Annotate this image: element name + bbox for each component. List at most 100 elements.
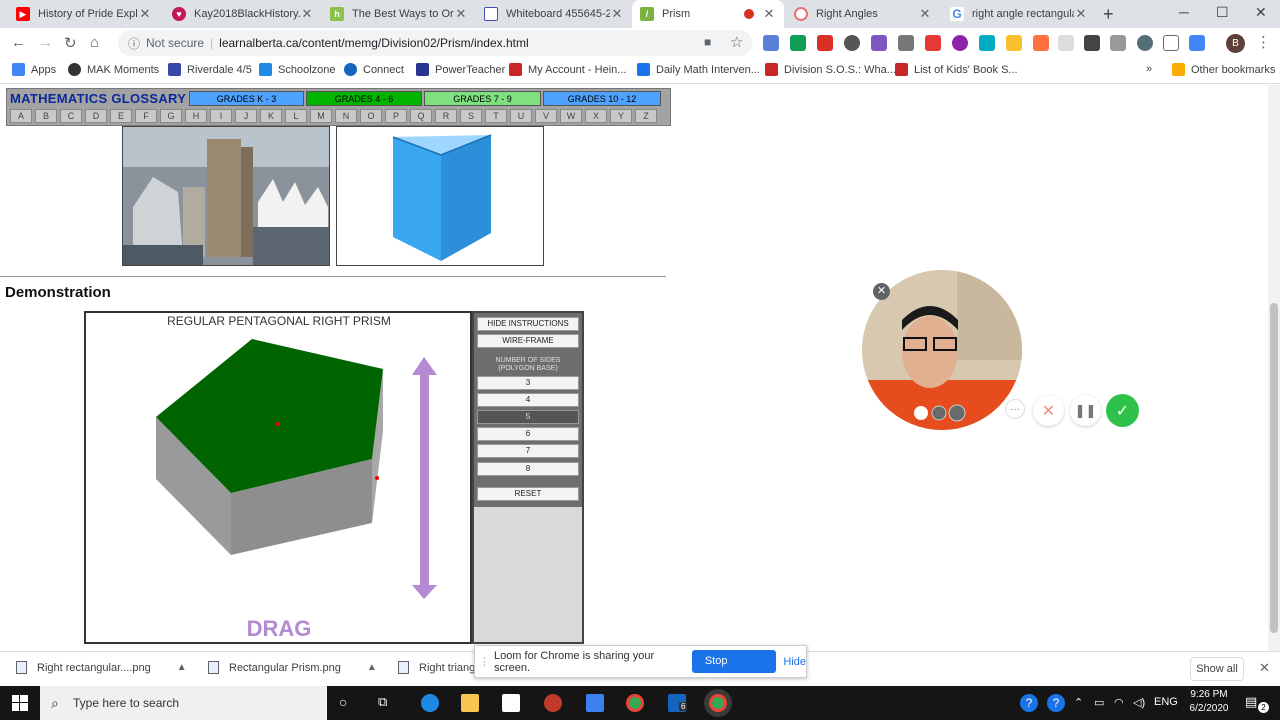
new-tab-button[interactable]: + bbox=[1103, 4, 1114, 25]
sides-3-button[interactable]: 3 bbox=[477, 376, 579, 390]
bookmark-daily-math[interactable]: Daily Math Interven... bbox=[637, 63, 760, 76]
power-extension-icon[interactable] bbox=[844, 35, 860, 51]
pause-recording-icon[interactable]: ❚❚ bbox=[1070, 395, 1101, 426]
chrome-icon[interactable] bbox=[626, 694, 644, 712]
grid-extension-icon[interactable] bbox=[1084, 35, 1100, 51]
letter-e-button[interactable]: E bbox=[110, 109, 132, 123]
bookmark-heinemann[interactable]: My Account - Hein... bbox=[509, 63, 626, 76]
download-item[interactable]: Rectangular Prism.png ▲ bbox=[208, 661, 377, 674]
letter-c-button[interactable]: C bbox=[60, 109, 82, 123]
chrome-profile-icon[interactable] bbox=[709, 694, 727, 712]
letter-s-button[interactable]: S bbox=[460, 109, 482, 123]
minimize-icon[interactable]: ─ bbox=[1179, 4, 1189, 20]
close-downloads-icon[interactable]: ✕ bbox=[1259, 660, 1270, 676]
arrow-extension-icon[interactable] bbox=[1033, 35, 1049, 51]
battery-icon[interactable]: ▭ bbox=[1094, 696, 1104, 709]
wireframe-button[interactable]: WIRE-FRAME bbox=[477, 334, 579, 348]
help-icon[interactable]: ? bbox=[1047, 694, 1065, 712]
profile-avatar[interactable]: B bbox=[1226, 34, 1245, 53]
download-item[interactable]: Right rectangular....png ▲ bbox=[16, 661, 187, 674]
task-view-icon[interactable]: ⧉ bbox=[378, 694, 387, 710]
letter-d-button[interactable]: D bbox=[85, 109, 107, 123]
printer-extension-icon[interactable] bbox=[1110, 35, 1126, 51]
grades-7-9-button[interactable]: GRADES 7 - 9 bbox=[424, 91, 541, 106]
bookmarks-overflow[interactable]: » bbox=[1146, 63, 1152, 75]
letter-h-button[interactable]: H bbox=[185, 109, 207, 123]
camera-icon[interactable]: ■ bbox=[704, 35, 711, 49]
download-item[interactable]: Right triangu bbox=[398, 661, 481, 674]
close-tab-icon[interactable]: ✕ bbox=[1074, 6, 1088, 22]
letter-m-button[interactable]: M bbox=[310, 109, 332, 123]
close-tab-icon[interactable]: ✕ bbox=[300, 6, 314, 22]
app-red-icon[interactable] bbox=[544, 694, 562, 712]
bookmark-star-icon[interactable]: ☆ bbox=[730, 33, 743, 51]
bookmark-division-sos[interactable]: Division S.O.S.: Wha... bbox=[765, 63, 896, 76]
windows-start-icon[interactable] bbox=[0, 686, 40, 720]
letter-b-button[interactable]: B bbox=[35, 109, 57, 123]
pentagonal-prism-canvas[interactable] bbox=[86, 313, 472, 643]
letter-j-button[interactable]: J bbox=[235, 109, 257, 123]
tab-best-ways[interactable]: h The Best Ways to Orga ✕ bbox=[322, 0, 476, 28]
url-text[interactable]: learnalberta.ca/content/memg/Division02/… bbox=[219, 36, 528, 50]
n-extension-icon[interactable] bbox=[979, 35, 995, 51]
letter-l-button[interactable]: L bbox=[285, 109, 307, 123]
classroom-extension-icon[interactable] bbox=[790, 35, 806, 51]
reset-button[interactable]: RESET bbox=[477, 487, 579, 501]
grades-4-6-button[interactable]: GRADES 4 - 6 bbox=[306, 91, 422, 106]
stop-sharing-button[interactable]: Stop sharing bbox=[691, 650, 777, 690]
taskbar-search-box[interactable]: ⌕ Type here to search bbox=[40, 686, 327, 720]
back-icon[interactable]: ← bbox=[11, 34, 26, 51]
hide-instructions-button[interactable]: HIDE INSTRUCTIONS bbox=[477, 317, 579, 331]
other-bookmarks[interactable]: Other bookmarks bbox=[1172, 63, 1275, 76]
screen-extension-icon[interactable] bbox=[1058, 35, 1074, 51]
address-bar[interactable]: ⓘ Not secure | learnalberta.ca/content/m… bbox=[118, 30, 752, 56]
letter-p-button[interactable]: P bbox=[385, 109, 407, 123]
prism-applet[interactable]: REGULAR PENTAGONAL RIGHT PRISM DRAG bbox=[84, 311, 472, 644]
tab-whiteboard[interactable]: Whiteboard 455645-2 ✕ bbox=[476, 0, 632, 28]
scrollbar-thumb[interactable] bbox=[1270, 303, 1278, 633]
close-tab-icon[interactable]: ✕ bbox=[762, 6, 776, 22]
grades-k-3-button[interactable]: GRADES K - 3 bbox=[189, 91, 304, 106]
letter-z-button[interactable]: Z bbox=[635, 109, 657, 123]
letter-w-button[interactable]: W bbox=[560, 109, 582, 123]
circle-extension-icon[interactable] bbox=[952, 35, 968, 51]
pencil-extension-icon[interactable] bbox=[1163, 35, 1179, 51]
hand-extension-icon[interactable] bbox=[1006, 35, 1022, 51]
file-explorer-icon[interactable] bbox=[461, 694, 479, 712]
drag-handle-icon[interactable]: ⋮ bbox=[475, 655, 494, 668]
show-all-button[interactable]: Show all bbox=[1190, 657, 1244, 681]
page-scrollbar[interactable] bbox=[1268, 85, 1280, 651]
drag-arrow[interactable] bbox=[412, 357, 437, 599]
letter-f-button[interactable]: F bbox=[135, 109, 157, 123]
letter-r-button[interactable]: R bbox=[435, 109, 457, 123]
letter-o-button[interactable]: O bbox=[360, 109, 382, 123]
notifications-icon[interactable]: ▤ bbox=[1245, 694, 1257, 710]
edge-icon[interactable] bbox=[421, 694, 439, 712]
reload-icon[interactable]: ↻ bbox=[64, 34, 77, 52]
maximize-icon[interactable]: ☐ bbox=[1216, 4, 1229, 21]
sides-8-button[interactable]: 8 bbox=[477, 462, 579, 476]
chevron-up-icon[interactable]: ▲ bbox=[177, 662, 187, 673]
home-icon[interactable]: ⌂ bbox=[90, 34, 99, 51]
language-indicator[interactable]: ENG bbox=[1154, 696, 1178, 708]
help-icon[interactable]: ? bbox=[1020, 694, 1038, 712]
letter-a-button[interactable]: A bbox=[10, 109, 32, 123]
show-hidden-icons[interactable]: ⌃ bbox=[1074, 696, 1083, 709]
puzzle-extension-icon[interactable] bbox=[871, 35, 887, 51]
wifi-icon[interactable]: ◠ bbox=[1114, 696, 1124, 709]
sides-6-button[interactable]: 6 bbox=[477, 427, 579, 441]
mail-icon[interactable]: 6 bbox=[668, 694, 688, 712]
new-extension-icon[interactable] bbox=[1189, 35, 1205, 51]
letter-y-button[interactable]: Y bbox=[610, 109, 632, 123]
volume-icon[interactable]: ◁) bbox=[1133, 696, 1145, 709]
tab-prism[interactable]: / Prism ✕ bbox=[632, 0, 784, 28]
gmail-extension-icon[interactable] bbox=[817, 35, 833, 51]
letter-t-button[interactable]: T bbox=[485, 109, 507, 123]
cancel-recording-icon[interactable]: ✕ bbox=[1033, 395, 1064, 426]
letter-u-button[interactable]: U bbox=[510, 109, 532, 123]
letter-q-button[interactable]: Q bbox=[410, 109, 432, 123]
more-options-icon[interactable]: ··· bbox=[1005, 399, 1025, 419]
tab-google-search[interactable]: G right angle rectangula ✕ bbox=[942, 0, 1096, 28]
app-blue-icon[interactable] bbox=[586, 694, 604, 712]
translate-extension-icon[interactable] bbox=[763, 35, 779, 51]
